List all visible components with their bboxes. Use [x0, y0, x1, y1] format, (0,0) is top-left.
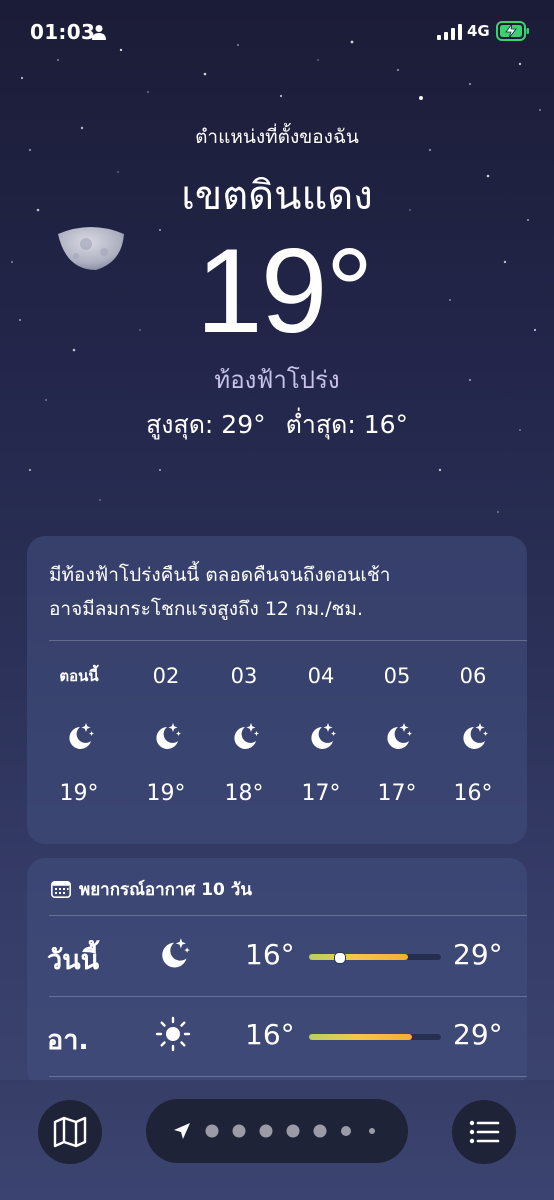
- current-temperature: 19°: [196, 224, 373, 358]
- divider: [49, 1076, 527, 1077]
- calendar-icon: [51, 881, 71, 898]
- high-temperature: สูงสุด: 29°: [145, 410, 266, 439]
- hour-item: 02 19°: [131, 664, 201, 806]
- low-temperature: ต่ำสุด: 16°: [285, 410, 409, 439]
- status-time: 01:03: [30, 20, 96, 44]
- forecast-day-row[interactable]: อา. 16° 29°: [27, 996, 527, 1076]
- moon-illustration: [58, 227, 124, 270]
- day-high-temperature: 29°: [453, 938, 503, 971]
- hour-temperature: 16°: [453, 781, 493, 806]
- city-list-button[interactable]: [452, 1100, 516, 1164]
- divider: [49, 640, 527, 641]
- hourly-forecast-card[interactable]: มีท้องฟ้าโปร่งคืนนี้ ตลอดคืนจนถึงตอนเช้า…: [27, 536, 527, 844]
- hourly-summary-line: อาจมีลมกระโชกแรงสูงถึง 12 กม./ชม.: [49, 598, 363, 620]
- hour-temperature: 17°: [377, 781, 417, 806]
- signal-icon: [437, 24, 462, 40]
- person-icon: [92, 25, 106, 40]
- high-low: สูงสุด: 29° ต่ำสุด: 16°: [0, 405, 554, 445]
- day-name: อา.: [47, 1025, 89, 1056]
- page-dot: [341, 1126, 351, 1136]
- page-dot: [286, 1124, 300, 1138]
- map-icon: [53, 1116, 87, 1148]
- day-name: วันนี้: [47, 945, 100, 976]
- moon-stars-icon: [463, 723, 488, 749]
- moon-stars-icon: [162, 938, 190, 968]
- temperature-range-fill: [309, 1034, 412, 1040]
- hour-label: 03: [230, 664, 258, 688]
- hour-item: ตอนนี้ 19°: [44, 664, 114, 806]
- hourly-summary-line: มีท้องฟ้าโปร่งคืนนี้ ตลอดคืนจนถึงตอนเช้า: [49, 564, 391, 586]
- page-dot: [313, 1124, 327, 1138]
- moon-stars-icon: [311, 723, 336, 749]
- moon-stars-icon: [234, 723, 259, 749]
- map-button[interactable]: [38, 1100, 102, 1164]
- location-label: ตำแหน่งที่ตั้งของฉัน: [195, 126, 359, 148]
- day-low-temperature: 16°: [245, 1018, 295, 1051]
- temperature-range-fill: [309, 954, 408, 960]
- location-arrow-icon: [174, 1123, 190, 1139]
- hour-temperature: 18°: [224, 781, 264, 806]
- hour-item: 03 18°: [209, 664, 279, 806]
- page-dot: [232, 1124, 246, 1138]
- city-name: เขตดินแดง: [181, 173, 373, 219]
- forecast-title: พยากรณ์อากาศ 10 วัน: [79, 880, 252, 900]
- hour-label: 06: [459, 664, 487, 688]
- forecast-header: พยากรณ์อากาศ 10 วัน: [51, 876, 252, 903]
- moon-stars-icon: [387, 723, 412, 749]
- current-temperature-marker: [334, 952, 347, 964]
- ten-day-forecast-card[interactable]: พยากรณ์อากาศ 10 วัน วันนี้ 16° 29° อา. 1…: [27, 858, 527, 1088]
- hour-label: 04: [307, 664, 335, 688]
- moon-stars-icon: [69, 723, 94, 749]
- page-dot: [259, 1124, 273, 1138]
- hour-temperature: 19°: [59, 781, 99, 806]
- hour-item: 05 17°: [362, 664, 432, 806]
- hour-temperature: 17°: [301, 781, 341, 806]
- list-icon: [469, 1120, 500, 1144]
- hour-item: 04 17°: [286, 664, 356, 806]
- page-dot: [205, 1124, 219, 1138]
- hour-label: ตอนนี้: [59, 667, 99, 685]
- sun-icon: [155, 1016, 191, 1052]
- battery-charging-icon: [496, 21, 529, 41]
- status-bar: 01:03 4G: [0, 0, 554, 66]
- temperature-range-bar: [309, 1034, 441, 1040]
- temperature-range-bar: [309, 952, 441, 964]
- network-label: 4G: [467, 22, 490, 40]
- hour-temperature: 19°: [146, 781, 186, 806]
- page-dot: [369, 1128, 375, 1134]
- hour-label: 05: [383, 664, 411, 688]
- hour-item: 06 16°: [438, 664, 508, 806]
- page-indicator[interactable]: [146, 1099, 408, 1163]
- current-condition: ท้องฟ้าโปร่ง: [214, 366, 340, 394]
- day-high-temperature: 29°: [453, 1018, 503, 1051]
- day-low-temperature: 16°: [245, 938, 295, 971]
- moon-stars-icon: [156, 723, 181, 749]
- hour-label: 02: [152, 664, 180, 688]
- hourly-summary: มีท้องฟ้าโปร่งคืนนี้ ตลอดคืนจนถึงตอนเช้า…: [49, 558, 509, 626]
- forecast-day-row[interactable]: วันนี้ 16° 29°: [27, 916, 527, 996]
- page-dots: [174, 1123, 375, 1139]
